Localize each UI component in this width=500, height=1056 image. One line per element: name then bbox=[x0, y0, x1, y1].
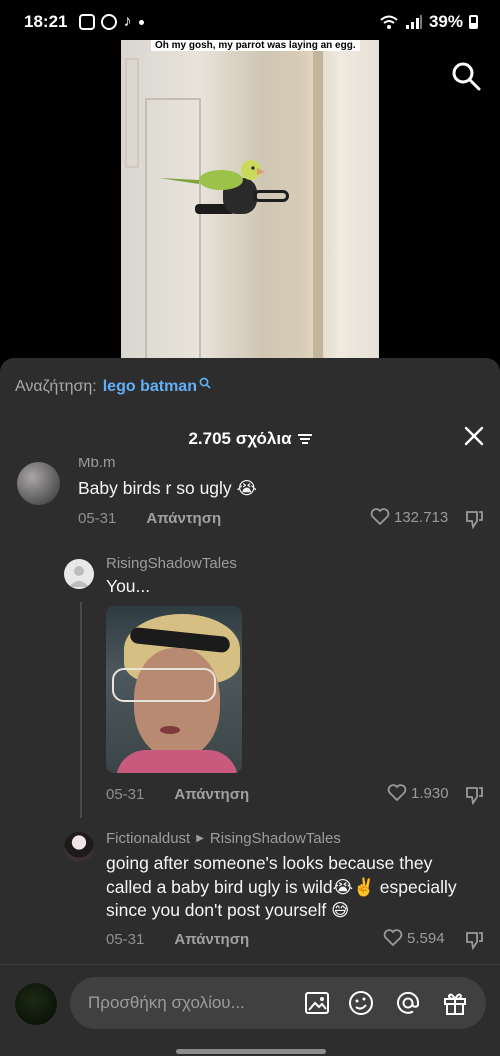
comments-count-title: 2.705 σχόλια bbox=[188, 429, 292, 448]
like-count: 132.713 bbox=[394, 508, 449, 526]
comment-date: 05-31 bbox=[106, 786, 145, 803]
photo-glasses bbox=[112, 668, 216, 702]
search-suggestion-query[interactable]: lego batman bbox=[103, 378, 197, 396]
video-player[interactable]: Oh my gosh, my parrot was laying an egg. bbox=[121, 40, 379, 360]
comment-username[interactable]: Fictionaldust bbox=[106, 830, 190, 847]
dislike-icon[interactable] bbox=[464, 930, 484, 950]
comment-input-bar bbox=[0, 964, 500, 1056]
comment-input[interactable] bbox=[88, 977, 298, 1029]
comment-meta: 05-31 Απάντηση bbox=[78, 510, 221, 527]
battery-percent: 39% bbox=[428, 12, 463, 31]
reply-to-username[interactable]: RisingShadowTales bbox=[210, 830, 341, 847]
reply-button[interactable]: Απάντηση bbox=[174, 931, 249, 948]
dislike-icon[interactable] bbox=[464, 785, 484, 805]
comment-photo[interactable] bbox=[106, 606, 242, 773]
close-icon[interactable] bbox=[462, 424, 486, 448]
search-mini-icon bbox=[199, 377, 211, 389]
gift-icon[interactable] bbox=[442, 990, 468, 1016]
tiktok-icon: ♪ bbox=[123, 13, 132, 30]
comment-text: going after someone's looks because they… bbox=[106, 853, 457, 920]
signal-icon bbox=[405, 15, 422, 29]
default-avatar-icon bbox=[69, 566, 89, 587]
parrot-image bbox=[159, 160, 265, 190]
avatar[interactable] bbox=[17, 462, 60, 505]
my-avatar[interactable] bbox=[15, 983, 57, 1025]
comment-text: Baby birds r so ugly 😭 bbox=[78, 478, 257, 498]
heart-icon bbox=[370, 508, 390, 526]
status-bar: 18:21 ♪ 39% bbox=[0, 0, 500, 44]
door-panel bbox=[145, 98, 201, 360]
more-notifications-dot bbox=[139, 19, 145, 25]
search-suggestion-label: Αναζήτηση: bbox=[15, 378, 97, 395]
door-frame bbox=[313, 40, 323, 360]
video-caption: Oh my gosh, my parrot was laying an egg. bbox=[151, 40, 360, 51]
panda-icon bbox=[101, 14, 118, 30]
reply-button[interactable]: Απάντηση bbox=[174, 786, 249, 803]
avatar[interactable] bbox=[64, 832, 94, 862]
sort-filter-icon[interactable] bbox=[297, 433, 312, 445]
like-button[interactable]: 5.594 bbox=[383, 929, 445, 947]
comment-username[interactable]: RisingShadowTales bbox=[106, 555, 237, 572]
comment-input-pill[interactable] bbox=[70, 977, 486, 1029]
door-panel bbox=[125, 58, 139, 168]
reply-button[interactable]: Απάντηση bbox=[146, 510, 221, 527]
status-time: 18:21 bbox=[24, 12, 68, 31]
emoji-icon[interactable] bbox=[348, 990, 374, 1016]
comment-text: You... bbox=[106, 576, 151, 596]
reply-arrow-icon: ▶ bbox=[196, 833, 204, 844]
comment-meta: 05-31 Απάντηση bbox=[106, 931, 249, 948]
comment-username[interactable]: Mb.m bbox=[78, 458, 116, 471]
like-count: 1.930 bbox=[411, 784, 449, 802]
image-icon[interactable] bbox=[304, 990, 330, 1016]
search-suggestion[interactable]: Αναζήτηση: lego batman bbox=[15, 377, 211, 396]
comment-date: 05-31 bbox=[106, 931, 145, 948]
photo-mouth bbox=[160, 726, 180, 734]
home-indicator[interactable] bbox=[176, 1049, 326, 1054]
dislike-icon[interactable] bbox=[464, 509, 484, 529]
wifi-icon bbox=[380, 15, 398, 29]
photo-shirt bbox=[116, 750, 238, 773]
battery-icon bbox=[469, 15, 478, 29]
heart-icon bbox=[383, 929, 403, 947]
comments-header: 2.705 σχόλια bbox=[0, 424, 500, 454]
instagram-icon bbox=[79, 14, 96, 30]
like-count: 5.594 bbox=[407, 929, 445, 947]
photo-face bbox=[134, 648, 220, 758]
comments-sheet: Αναζήτηση: lego batman 2.705 σχόλια Mb.m… bbox=[0, 358, 500, 1056]
mention-icon[interactable] bbox=[395, 990, 421, 1016]
like-button[interactable]: 1.930 bbox=[387, 784, 449, 802]
comment-meta: 05-31 Απάντηση bbox=[106, 786, 249, 803]
like-button[interactable]: 132.713 bbox=[370, 508, 448, 526]
avatar[interactable] bbox=[64, 559, 94, 589]
comment-date: 05-31 bbox=[78, 510, 117, 527]
comments-list[interactable]: Mb.m Baby birds r so ugly 😭 05-31 Απάντη… bbox=[0, 458, 500, 966]
thread-line bbox=[80, 602, 82, 818]
search-icon[interactable] bbox=[450, 60, 482, 92]
heart-icon bbox=[387, 784, 407, 802]
reply-header: Fictionaldust ▶ RisingShadowTales bbox=[106, 830, 341, 847]
